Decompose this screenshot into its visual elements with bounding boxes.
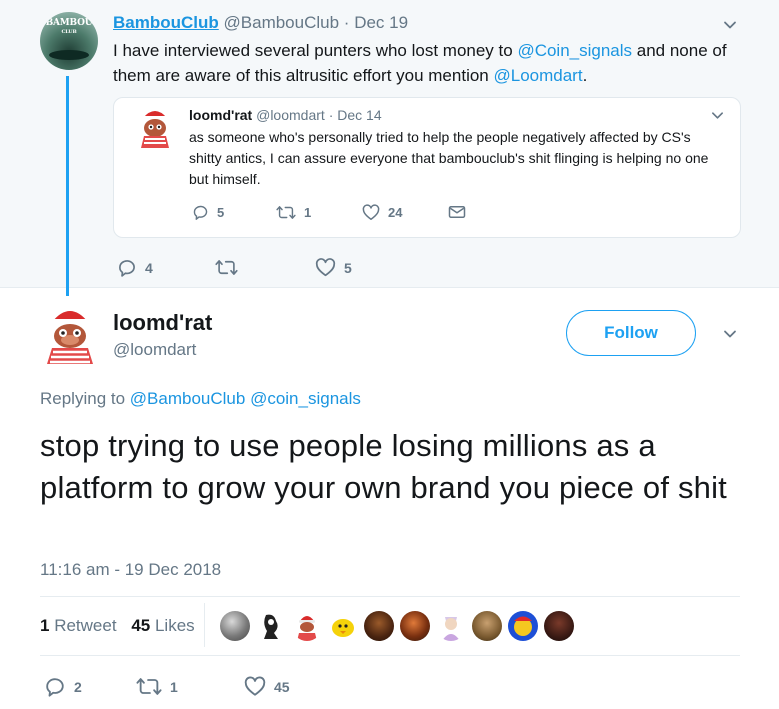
replying-to-label: Replying to <box>40 389 130 408</box>
chevron-down-icon[interactable] <box>723 327 737 341</box>
retweet-icon <box>276 206 296 219</box>
loomdrat-avatar[interactable] <box>40 304 100 364</box>
retweet-stat[interactable]: 1 Retweet <box>40 616 117 635</box>
parent-text-part: I have interviewed several punters who l… <box>113 41 518 60</box>
parent-tweet[interactable]: BAMBOU CLUB BambouClub @BambouClub · Dec… <box>0 0 779 296</box>
liker-avatar[interactable] <box>472 611 502 641</box>
parent-tweet-date[interactable]: Dec 19 <box>354 13 408 32</box>
divider <box>40 655 740 656</box>
reply-action[interactable]: 2 <box>44 676 82 698</box>
like-stat-count: 45 <box>131 616 151 635</box>
chevron-down-icon[interactable] <box>711 109 724 122</box>
avatar-logo-subtext: CLUB <box>61 29 77 35</box>
quoted-separator: · <box>328 107 334 123</box>
mention-link[interactable]: @Coin_signals <box>517 41 632 60</box>
like-action[interactable]: 45 <box>244 676 290 697</box>
liker-avatar[interactable] <box>544 611 574 641</box>
retweet-stat-label: Retweet <box>54 616 117 635</box>
liker-avatar[interactable] <box>328 611 358 641</box>
retweet-icon <box>136 678 162 695</box>
retweet-stat-count: 1 <box>40 616 50 635</box>
reply-icon <box>46 678 64 697</box>
engagement-stats: 1 Retweet 45 Likes <box>40 616 195 636</box>
mention-link[interactable]: @BambouClub <box>130 389 246 408</box>
liker-avatar[interactable] <box>220 611 250 641</box>
liker-avatar[interactable] <box>364 611 394 641</box>
parent-text-part: . <box>582 66 588 85</box>
quoted-tweet-text: as someone who's personally tried to hel… <box>189 129 709 187</box>
quoted-tweet-actions: 5 1 24 <box>192 204 512 222</box>
bambouclub-avatar[interactable]: BAMBOU CLUB <box>40 12 98 70</box>
quoted-like-action[interactable]: 24 <box>362 204 402 221</box>
retweet-icon <box>215 260 238 275</box>
liker-avatar[interactable] <box>292 611 322 641</box>
mention-link[interactable]: @coin_signals <box>250 389 361 408</box>
liker-avatar[interactable] <box>256 611 286 641</box>
quoted-message-action[interactable] <box>448 204 466 220</box>
divider <box>40 596 740 597</box>
quoted-author-handle[interactable]: @loomdart <box>256 107 325 123</box>
reply-icon <box>119 260 135 277</box>
quoted-tweet-card[interactable]: loomd'rat @loomdart · Dec 14 as someone … <box>113 97 741 238</box>
parent-reply-count: 4 <box>145 260 153 276</box>
chevron-down-icon[interactable] <box>723 18 737 32</box>
quoted-retweet-action[interactable]: 1 <box>276 204 311 221</box>
quoted-retweet-count: 1 <box>304 205 312 220</box>
quoted-reply-action[interactable]: 5 <box>192 204 224 221</box>
mention-link[interactable]: @Loomdart <box>493 66 582 85</box>
parent-tweet-text: I have interviewed several punters who l… <box>113 38 753 88</box>
quoted-tweet-date[interactable]: Dec 14 <box>337 107 381 123</box>
parent-author-handle[interactable]: @BambouClub <box>224 13 340 32</box>
like-count: 45 <box>274 678 290 695</box>
liker-avatars <box>220 611 574 641</box>
parent-like-action[interactable]: 5 <box>315 258 352 277</box>
liker-avatar[interactable] <box>400 611 430 641</box>
thread-connector-line <box>66 76 69 296</box>
loomdrat-avatar-small[interactable] <box>135 106 175 150</box>
like-stat[interactable]: 45 Likes <box>131 616 194 635</box>
stats-divider <box>204 603 205 647</box>
direct-message-icon <box>448 206 466 218</box>
reply-count: 2 <box>74 679 82 695</box>
liker-avatar[interactable] <box>508 611 538 641</box>
parent-retweet-action[interactable] <box>215 258 246 277</box>
parent-tweet-actions: 4 5 <box>117 258 417 278</box>
tweet-timestamp[interactable]: 11:16 am - 19 Dec 2018 <box>40 560 221 580</box>
retweet-count: 1 <box>170 678 178 695</box>
retweet-action[interactable]: 1 <box>136 676 178 697</box>
author-name[interactable]: loomd'rat <box>113 310 212 336</box>
parent-like-count: 5 <box>344 259 352 276</box>
like-stat-label: Likes <box>154 616 195 635</box>
follow-button[interactable]: Follow <box>566 310 696 356</box>
author-handle[interactable]: @loomdart <box>113 340 196 360</box>
reply-icon <box>193 205 208 220</box>
like-icon <box>244 676 266 696</box>
parent-reply-action[interactable]: 4 <box>117 258 153 278</box>
parent-author-name[interactable]: BambouClub <box>113 13 219 32</box>
like-icon <box>315 258 336 277</box>
tweet-text: stop trying to use people losing million… <box>40 428 727 505</box>
liker-avatar[interactable] <box>436 611 466 641</box>
like-icon <box>362 204 380 220</box>
quoted-tweet-header: loomd'rat @loomdart · Dec 14 <box>189 107 382 123</box>
parent-separator: · <box>343 13 350 32</box>
quoted-reply-count: 5 <box>217 205 225 220</box>
quoted-like-count: 24 <box>388 205 403 220</box>
replying-to-line: Replying to @BambouClub @coin_signals <box>40 389 361 409</box>
avatar-island-shape <box>49 50 89 60</box>
tweet-actions: 2 1 45 <box>44 676 344 698</box>
avatar-logo-text: BAMBOU <box>45 18 93 28</box>
quoted-author-name[interactable]: loomd'rat <box>189 107 252 123</box>
parent-tweet-header: BambouClub @BambouClub · Dec 19 <box>113 13 408 33</box>
